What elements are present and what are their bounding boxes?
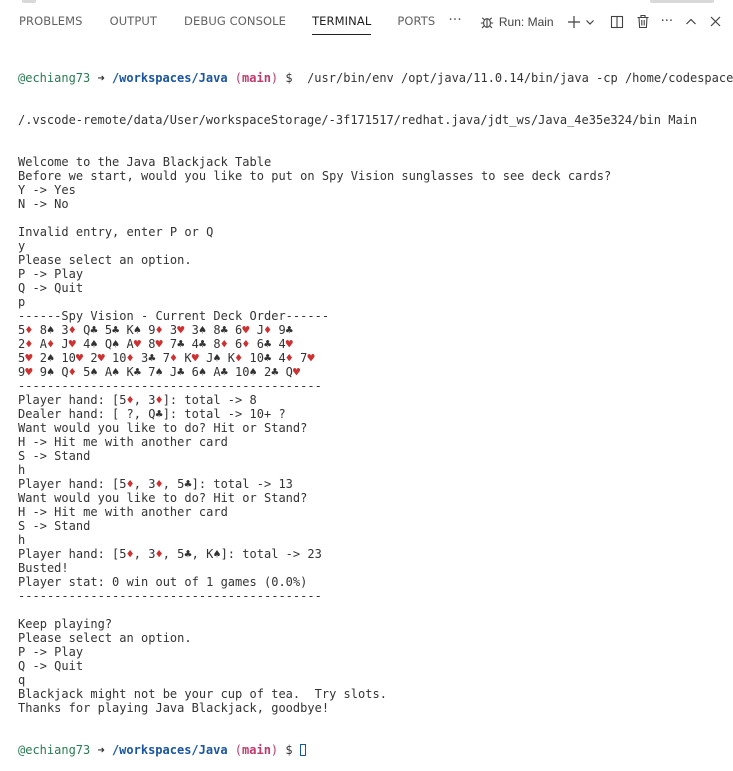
terminal-line: N -> No: [18, 197, 69, 211]
tab-debug-console[interactable]: DEBUG CONSOLE: [184, 8, 286, 35]
terminal-line: h: [18, 463, 26, 477]
terminal-line: h: [18, 533, 26, 547]
terminal-line: Q -> Quit: [18, 659, 84, 673]
terminal-line: 9♥ 9♠ Q♦ 5♠ A♠ K♣ 7♠ J♣ 6♠ A♣ 10♠ 2♣ Q♥: [18, 365, 301, 379]
terminal-line: ------Spy Vision - Current Deck Order---…: [18, 309, 330, 323]
terminal-line: H -> Hit me with another card: [18, 505, 228, 519]
terminal-line: ----------------------------------------…: [18, 379, 322, 393]
terminal-line: Q -> Quit: [18, 281, 84, 295]
terminal-line: Y -> Yes: [18, 183, 76, 197]
terminal-line: Busted!: [18, 561, 69, 575]
prompt-user: @echiang73: [18, 71, 91, 85]
terminal-line: 5♦ 8♠ 3♦ Q♣ 5♣ K♠ 9♦ 3♥ 3♠ 8♣ 6♥ J♦ 9♣: [18, 323, 293, 337]
maximize-panel-icon[interactable]: [685, 16, 697, 28]
terminal-line: P -> Play: [18, 645, 84, 659]
terminal-line: Player hand: [5♦, 3♦]: total -> 8: [18, 393, 257, 407]
terminal-cursor[interactable]: [299, 744, 306, 756]
prompt-user: @echiang73: [18, 743, 91, 757]
terminal-line: Keep playing?: [18, 617, 113, 631]
terminal-line: Please select an option.: [18, 631, 192, 645]
terminal-line: Dealer hand: [ ?, Q♣]: total -> 10+ ?: [18, 407, 286, 421]
terminal-output[interactable]: @echiang73 ➜ /workspaces/Java (main) $ /…: [18, 43, 733, 757]
plus-icon[interactable]: [567, 15, 581, 29]
tab-problems[interactable]: PROBLEMS: [19, 8, 83, 35]
terminal-line: Player hand: [5♦, 3♦, 5♣]: total -> 13: [18, 477, 293, 491]
terminal-line: y: [18, 239, 26, 253]
tab-ports[interactable]: PORTS: [397, 8, 435, 35]
run-configuration[interactable]: Run: Main: [479, 14, 554, 30]
terminal-line: P -> Play: [18, 267, 84, 281]
panel-header: PROBLEMS OUTPUT DEBUG CONSOLE TERMINAL P…: [0, 8, 733, 35]
prompt-path: /workspaces/Java: [111, 743, 228, 757]
trash-icon[interactable]: [636, 14, 650, 29]
terminal-line: Want would you like to do? Hit or Stand?: [18, 491, 308, 505]
command-prompt-line: @echiang73 ➜ /workspaces/Java (main) $ /…: [18, 71, 733, 85]
more-tabs-icon[interactable]: ···: [448, 8, 461, 35]
program-output: Welcome to the Java Blackjack Table Befor…: [18, 155, 727, 715]
terminal-line: Before we start, would you like to put o…: [18, 169, 612, 183]
split-terminal-icon[interactable]: [610, 15, 624, 29]
top-strip-nub: [22, 0, 36, 3]
tab-output[interactable]: OUTPUT: [110, 8, 157, 35]
chevron-down-icon[interactable]: [585, 17, 595, 27]
terminal-line: 2♦ A♦ J♥ 4♠ Q♠ A♥ 8♥ 7♣ 4♣ 8♦ 6♦ 6♣ 4♥: [18, 337, 293, 351]
terminal-line: Welcome to the Java Blackjack Table: [18, 155, 272, 169]
run-label: Run: Main: [498, 14, 554, 29]
terminal-line: Player hand: [5♦, 3♦, 5♣, K♠]: total -> …: [18, 547, 322, 561]
terminal-line: p: [18, 295, 26, 309]
more-actions-icon[interactable]: ···: [661, 15, 673, 28]
debug-gear-icon: [479, 14, 495, 30]
terminal-line: Invalid entry, enter P or Q: [18, 225, 214, 239]
top-strip-nub: [650, 0, 714, 3]
prompt-branch: main: [242, 743, 271, 757]
terminal-line: Please select an option.: [18, 253, 192, 267]
prompt-arrow: ➜: [97, 743, 105, 757]
terminal-line: S -> Stand: [18, 519, 91, 533]
prompt-branch: main: [242, 71, 271, 85]
prompt-arrow: ➜: [97, 71, 105, 85]
terminal-line: Player stat: 0 win out of 1 games (0.0%): [18, 575, 308, 589]
command-text: /usr/bin/env /opt/java/11.0.14/bin/java …: [307, 71, 733, 85]
prompt-symbol: $: [285, 71, 293, 85]
final-prompt-line: @echiang73 ➜ /workspaces/Java (main) $: [18, 743, 727, 757]
panel-actions: Run: Main ···: [479, 8, 721, 35]
terminal-line: H -> Hit me with another card: [18, 435, 228, 449]
prompt-path: /workspaces/Java: [111, 71, 228, 85]
terminal-line: 5♥ 2♠ 10♥ 2♥ 10♦ 3♣ 7♦ K♥ J♠ K♦ 10♣ 4♦ 7…: [18, 351, 315, 365]
prompt-symbol: $: [285, 743, 293, 757]
terminal-line: S -> Stand: [18, 449, 91, 463]
command-text-wrap: /.vscode-remote/data/User/workspaceStora…: [18, 113, 698, 127]
close-panel-icon[interactable]: [710, 16, 721, 27]
terminal-line: ----------------------------------------…: [18, 589, 322, 603]
terminal-line: q: [18, 673, 26, 687]
top-strip: [0, 0, 733, 4]
terminal-line: Thanks for playing Java Blackjack, goodb…: [18, 701, 330, 715]
terminal-line: Blackjack might not be your cup of tea. …: [18, 687, 387, 701]
terminal-line: Want would you like to do? Hit or Stand?: [18, 421, 308, 435]
tab-terminal[interactable]: TERMINAL: [312, 8, 372, 35]
